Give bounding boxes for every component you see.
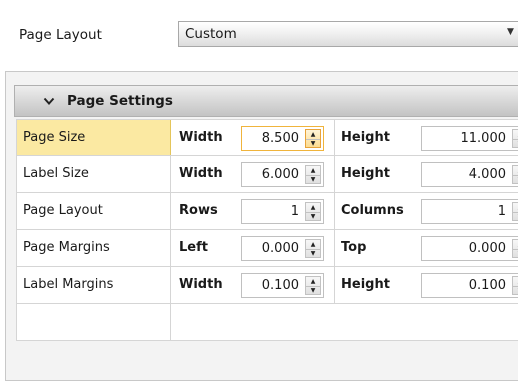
margin-left-stepper[interactable]: 0.000 ▲ ▼ (241, 236, 324, 261)
page-settings-header[interactable]: Page Settings (14, 85, 518, 117)
label-width-stepper[interactable]: 6.000 ▲ ▼ (241, 162, 324, 187)
spin-down-icon[interactable]: ▼ (513, 249, 518, 258)
spin-down-icon[interactable]: ▼ (513, 139, 518, 148)
stepper-value: 0.000 (468, 241, 506, 256)
spin-down-icon[interactable]: ▼ (513, 212, 518, 221)
row-page-margins: Page Margins Left 0.000 ▲ ▼ Top 0.000 ▲ … (16, 230, 518, 267)
page-height-stepper[interactable]: 11.000 ▲ ▼ (421, 126, 518, 151)
settings-grid: Page Size Width 8.500 ▲ ▼ Height 11.000 … (16, 119, 518, 341)
chevron-down-icon (43, 97, 55, 105)
spin-down-icon[interactable]: ▼ (306, 286, 320, 295)
stepper-value: 0.100 (261, 278, 299, 293)
row-label[interactable]: Page Margins (16, 230, 171, 266)
label-height-stepper[interactable]: 4.000 ▲ ▼ (421, 162, 518, 187)
panel-title: Page Settings (67, 93, 173, 109)
chevron-down-icon: ▼ (507, 27, 514, 37)
stepper-value: 11.000 (460, 131, 507, 146)
row-label[interactable]: Label Margins (16, 267, 171, 303)
field-label-width: Width (179, 166, 223, 181)
field-label-width: Width (179, 130, 223, 145)
field-label-top: Top (341, 240, 367, 255)
spin-down-icon[interactable]: ▼ (513, 286, 518, 295)
page-layout-label: Page Layout (19, 27, 102, 43)
stepper-value: 4.000 (468, 167, 506, 182)
page-layout-dropdown[interactable]: Custom ▼ (178, 21, 518, 47)
row-page-size: Page Size Width 8.500 ▲ ▼ Height 11.000 … (16, 119, 518, 156)
spin-down-icon[interactable]: ▼ (306, 139, 320, 148)
row-label[interactable]: Label Size (16, 156, 171, 192)
spin-down-icon[interactable]: ▼ (306, 175, 320, 184)
field-label-rows: Rows (179, 203, 218, 218)
spin-down-icon[interactable]: ▼ (513, 175, 518, 184)
page-width-stepper[interactable]: 8.500 ▲ ▼ (241, 126, 324, 151)
spin-down-icon[interactable]: ▼ (306, 249, 320, 258)
page-settings-panel: Page Settings Page Size Width 8.500 ▲ ▼ … (5, 71, 518, 381)
field-label-left: Left (179, 240, 208, 255)
row-label-margins: Label Margins Width 0.100 ▲ ▼ Height 0.1… (16, 267, 518, 304)
stepper-value: 1 (497, 204, 506, 219)
row-label[interactable]: Page Layout (16, 193, 171, 229)
label-margin-width-stepper[interactable]: 0.100 ▲ ▼ (241, 273, 324, 298)
field-label-height: Height (341, 166, 390, 181)
stepper-value: 6.000 (261, 167, 299, 182)
field-label-height: Height (341, 277, 390, 292)
spin-down-icon[interactable]: ▼ (306, 212, 320, 221)
columns-stepper[interactable]: 1 ▲ ▼ (421, 199, 518, 224)
field-label-width: Width (179, 277, 223, 292)
margin-top-stepper[interactable]: 0.000 ▲ ▼ (421, 236, 518, 261)
rows-stepper[interactable]: 1 ▲ ▼ (241, 199, 324, 224)
row-label[interactable]: Page Size (16, 120, 171, 155)
stepper-value: 1 (290, 204, 299, 219)
row-label-size: Label Size Width 6.000 ▲ ▼ Height 4.000 … (16, 156, 518, 193)
stepper-value: 0.000 (261, 241, 299, 256)
row-page-layout: Page Layout Rows 1 ▲ ▼ Columns 1 ▲ ▼ (16, 193, 518, 230)
field-label-height: Height (341, 130, 390, 145)
stepper-value: 8.500 (261, 131, 299, 146)
stepper-value: 0.100 (468, 278, 506, 293)
label-margin-height-stepper[interactable]: 0.100 ▲ ▼ (421, 273, 518, 298)
field-label-columns: Columns (341, 203, 404, 218)
dropdown-selected-value: Custom (185, 26, 237, 42)
row-empty (16, 304, 518, 341)
